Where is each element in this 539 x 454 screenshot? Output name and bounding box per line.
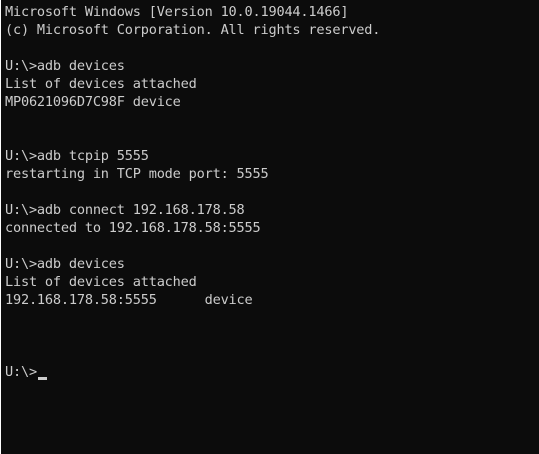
- terminal-line: List of devices attached: [5, 274, 197, 290]
- terminal-line: Microsoft Windows [Version 10.0.19044.14…: [5, 4, 349, 20]
- command-prompt-line[interactable]: U:\>: [5, 363, 539, 381]
- terminal-line: U:\>adb connect 192.168.178.58: [5, 202, 245, 218]
- terminal-line: (c) Microsoft Corporation. All rights re…: [5, 22, 381, 38]
- text-cursor: [37, 377, 47, 380]
- terminal-line: 192.168.178.58:5555 device: [5, 292, 253, 308]
- command-prompt: U:\>: [5, 364, 37, 380]
- terminal-line: MP0621096D7C98F device: [5, 94, 181, 110]
- terminal-line: U:\>adb tcpip 5555: [5, 148, 149, 164]
- terminal-line: U:\>adb devices: [5, 256, 125, 272]
- terminal-line: U:\>adb devices: [5, 58, 125, 74]
- terminal-line: connected to 192.168.178.58:5555: [5, 220, 261, 236]
- terminal-line: restarting in TCP mode port: 5555: [5, 166, 269, 182]
- terminal-window[interactable]: Microsoft Windows [Version 10.0.19044.14…: [1, 0, 539, 454]
- terminal-line: List of devices attached: [5, 76, 197, 92]
